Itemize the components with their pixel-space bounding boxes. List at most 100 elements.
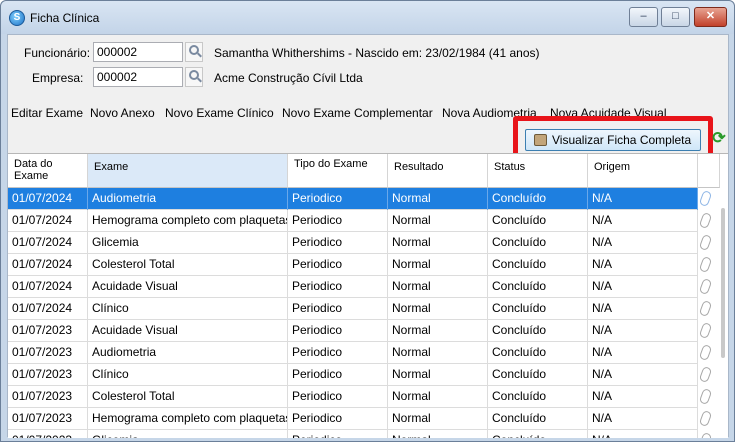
cell-status[interactable]: Concluído bbox=[488, 386, 588, 408]
cell-data[interactable]: 01/07/2023 bbox=[8, 430, 88, 438]
close-button[interactable]: ✕ bbox=[694, 7, 727, 27]
cell-status[interactable]: Concluído bbox=[488, 276, 588, 298]
cell-resultado[interactable]: Normal bbox=[388, 188, 488, 210]
cell-resultado[interactable]: Normal bbox=[388, 320, 488, 342]
cell-tipo[interactable]: Periodico bbox=[288, 364, 388, 386]
cell-resultado[interactable]: Normal bbox=[388, 364, 488, 386]
cell-exame[interactable]: Clínico bbox=[88, 364, 288, 386]
cell-tipo[interactable]: Periodico bbox=[288, 232, 388, 254]
table-row[interactable]: 01/07/2023 Acuidade Visual Periodico Normal… bbox=[8, 320, 713, 342]
title-bar[interactable]: S Ficha Clínica ‒ □ ✕ bbox=[1, 1, 734, 34]
table-row[interactable]: 01/07/2024 Glicemia Periodico Normal Concluí… bbox=[8, 232, 713, 254]
paperclip-icon[interactable] bbox=[698, 189, 713, 208]
cell-origem[interactable]: N/A bbox=[588, 188, 698, 210]
table-row[interactable]: 01/07/2023 Audiometria Periodico Normal Conc… bbox=[8, 342, 713, 364]
cell-tipo[interactable]: Periodico bbox=[288, 342, 388, 364]
cell-tipo[interactable]: Periodico bbox=[288, 408, 388, 430]
menu-novo-exame-complementar[interactable]: Novo Exame Complementar bbox=[282, 106, 433, 120]
paperclip-icon[interactable] bbox=[698, 233, 713, 252]
table-row[interactable]: 01/07/2023 Clínico Periodico Normal Concluíd… bbox=[8, 364, 713, 386]
paperclip-icon[interactable] bbox=[698, 255, 713, 274]
cell-status[interactable]: Concluído bbox=[488, 320, 588, 342]
table-row[interactable]: 01/07/2023GlicemiaPeriodicoNormalConcluí… bbox=[8, 430, 713, 438]
cell-status[interactable]: Concluído bbox=[488, 232, 588, 254]
cell-tipo[interactable]: Periodico bbox=[288, 254, 388, 276]
paperclip-icon[interactable] bbox=[698, 277, 713, 296]
table-row[interactable]: 01/07/2023 Colesterol Total Periodico Norma… bbox=[8, 386, 713, 408]
cell-status[interactable]: Concluído bbox=[488, 364, 588, 386]
cell-resultado[interactable]: Normal bbox=[388, 386, 488, 408]
cell-resultado[interactable]: Normal bbox=[388, 276, 488, 298]
cell-status[interactable]: Concluído bbox=[488, 430, 588, 438]
cell-data[interactable]: 01/07/2023 bbox=[8, 320, 88, 342]
cell-data[interactable]: 01/07/2023 bbox=[8, 364, 88, 386]
cell-data[interactable]: 01/07/2024 bbox=[8, 188, 88, 210]
cell-resultado[interactable]: Normal bbox=[388, 298, 488, 320]
cell-exame[interactable]: Acuidade Visual bbox=[88, 276, 288, 298]
table-row[interactable]: 01/07/2024 Audiometria Periodico Normal Conc… bbox=[8, 188, 713, 210]
cell-status[interactable]: Concluído bbox=[488, 342, 588, 364]
column-header-tipo[interactable]: Tipo do Exame bbox=[288, 154, 388, 188]
cell-data[interactable]: 01/07/2024 bbox=[8, 276, 88, 298]
cell-resultado[interactable]: Normal bbox=[388, 430, 488, 438]
empresa-code-input[interactable]: 000002 bbox=[93, 67, 183, 87]
cell-exame[interactable]: Colesterol Total bbox=[88, 254, 288, 276]
vertical-scrollbar[interactable] bbox=[720, 188, 728, 438]
cell-exame[interactable]: Glicemia bbox=[88, 232, 288, 254]
cell-status[interactable]: Concluído bbox=[488, 254, 588, 276]
menu-novo-anexo[interactable]: Novo Anexo bbox=[90, 106, 155, 120]
cell-status[interactable]: Concluído bbox=[488, 188, 588, 210]
paperclip-icon[interactable] bbox=[698, 321, 713, 340]
cell-resultado[interactable]: Normal bbox=[388, 342, 488, 364]
cell-exame[interactable]: Acuidade Visual bbox=[88, 320, 288, 342]
view-full-record-button[interactable]: Visualizar Ficha Completa bbox=[525, 129, 701, 151]
maximize-button[interactable]: □ bbox=[661, 7, 690, 27]
empresa-search-button[interactable] bbox=[185, 67, 203, 87]
table-row[interactable]: 01/07/2024 Acuidade Visual Periodico Normal… bbox=[8, 276, 713, 298]
cell-exame[interactable]: Clínico bbox=[88, 298, 288, 320]
paperclip-icon[interactable] bbox=[698, 387, 713, 406]
cell-resultado[interactable]: Normal bbox=[388, 408, 488, 430]
cell-origem[interactable]: N/A bbox=[588, 342, 698, 364]
cell-exame[interactable]: Hemograma completo com plaquetas bbox=[88, 210, 288, 232]
cell-resultado[interactable]: Normal bbox=[388, 254, 488, 276]
cell-origem[interactable]: N/A bbox=[588, 254, 698, 276]
cell-origem[interactable]: N/A bbox=[588, 430, 698, 438]
cell-tipo[interactable]: Periodico bbox=[288, 386, 388, 408]
cell-data[interactable]: 01/07/2023 bbox=[8, 408, 88, 430]
cell-tipo[interactable]: Periodico bbox=[288, 188, 388, 210]
cell-origem[interactable]: N/A bbox=[588, 408, 698, 430]
cell-resultado[interactable]: Normal bbox=[388, 210, 488, 232]
cell-data[interactable]: 01/07/2023 bbox=[8, 342, 88, 364]
refresh-icon[interactable]: ⟳ bbox=[711, 131, 727, 147]
column-header-exame[interactable]: Exame bbox=[88, 154, 288, 188]
paperclip-icon[interactable] bbox=[698, 409, 713, 428]
cell-status[interactable]: Concluído bbox=[488, 210, 588, 232]
minimize-button[interactable]: ‒ bbox=[629, 7, 658, 27]
cell-exame[interactable]: Audiometria bbox=[88, 342, 288, 364]
scrollbar-thumb[interactable] bbox=[721, 208, 725, 358]
table-row[interactable]: 01/07/2024 Hemograma completo com plaquet… bbox=[8, 210, 713, 232]
column-header-status[interactable]: Status bbox=[488, 154, 588, 188]
cell-tipo[interactable]: Periodico bbox=[288, 276, 388, 298]
cell-status[interactable]: Concluído bbox=[488, 298, 588, 320]
cell-tipo[interactable]: Periodico bbox=[288, 298, 388, 320]
paperclip-icon[interactable] bbox=[698, 299, 713, 318]
cell-resultado[interactable]: Normal bbox=[388, 232, 488, 254]
paperclip-icon[interactable] bbox=[698, 365, 713, 384]
cell-origem[interactable]: N/A bbox=[588, 386, 698, 408]
cell-status[interactable]: Concluído bbox=[488, 408, 588, 430]
cell-data[interactable]: 01/07/2024 bbox=[8, 210, 88, 232]
menu-editar-exame[interactable]: Editar Exame bbox=[11, 106, 83, 120]
cell-tipo[interactable]: Periodico bbox=[288, 430, 388, 438]
column-header-origem[interactable]: Origem bbox=[588, 154, 698, 188]
funcionario-code-input[interactable]: 000002 bbox=[93, 42, 183, 62]
paperclip-icon[interactable] bbox=[698, 431, 713, 438]
cell-data[interactable]: 01/07/2024 bbox=[8, 254, 88, 276]
table-row[interactable]: 01/07/2024 Clínico Periodico Normal Concluíd… bbox=[8, 298, 713, 320]
cell-exame[interactable]: Hemograma completo com plaquetas bbox=[88, 408, 288, 430]
cell-data[interactable]: 01/07/2024 bbox=[8, 298, 88, 320]
funcionario-search-button[interactable] bbox=[185, 42, 203, 62]
table-row[interactable]: 01/07/2023 Hemograma completo com plaquet… bbox=[8, 408, 713, 430]
cell-exame[interactable]: Glicemia bbox=[88, 430, 288, 438]
